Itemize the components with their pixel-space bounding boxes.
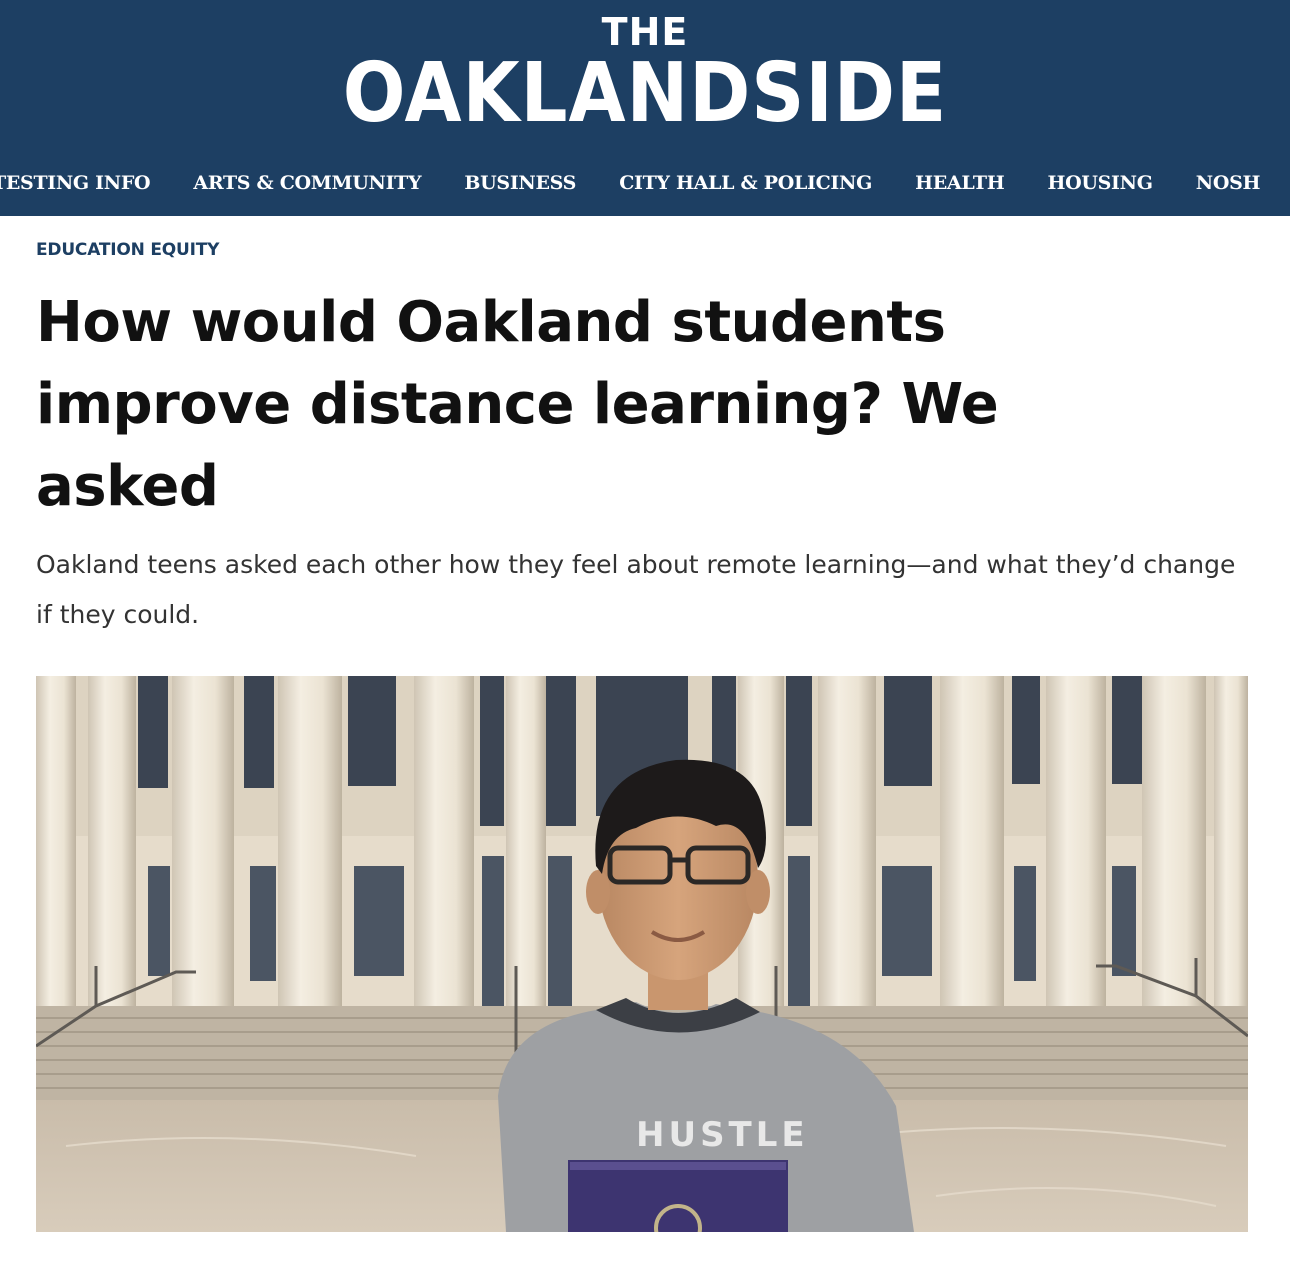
nav-item-city-hall-policing[interactable]: CITY HALL & POLICING [619, 172, 872, 194]
nav-item-nosh[interactable]: NOSH [1196, 172, 1261, 194]
nav-item-health[interactable]: HEALTH [915, 172, 1005, 194]
site-header: THE OAKLANDSIDE TESTING INFO ARTS & COMM… [0, 0, 1290, 216]
hero-image: HUSTLE [36, 676, 1248, 1232]
site-logo[interactable]: OAKLANDSIDE [65, 46, 1226, 141]
nav-item-business[interactable]: BUSINESS [464, 172, 576, 194]
article-category[interactable]: EDUCATION EQUITY [36, 240, 219, 260]
article-headline: How would Oakland students improve dista… [36, 290, 999, 519]
main-nav: TESTING INFO ARTS & COMMUNITY BUSINESS C… [0, 172, 1290, 202]
nav-item-testing-info[interactable]: TESTING INFO [0, 172, 151, 194]
hero-photo-illustration: HUSTLE [36, 676, 1248, 1232]
article-dek: Oakland teens asked each other how they … [36, 550, 1236, 629]
shirt-text: HUSTLE [636, 1115, 809, 1155]
nav-item-arts-community[interactable]: ARTS & COMMUNITY [193, 172, 421, 194]
nav-item-housing[interactable]: HOUSING [1047, 172, 1152, 194]
